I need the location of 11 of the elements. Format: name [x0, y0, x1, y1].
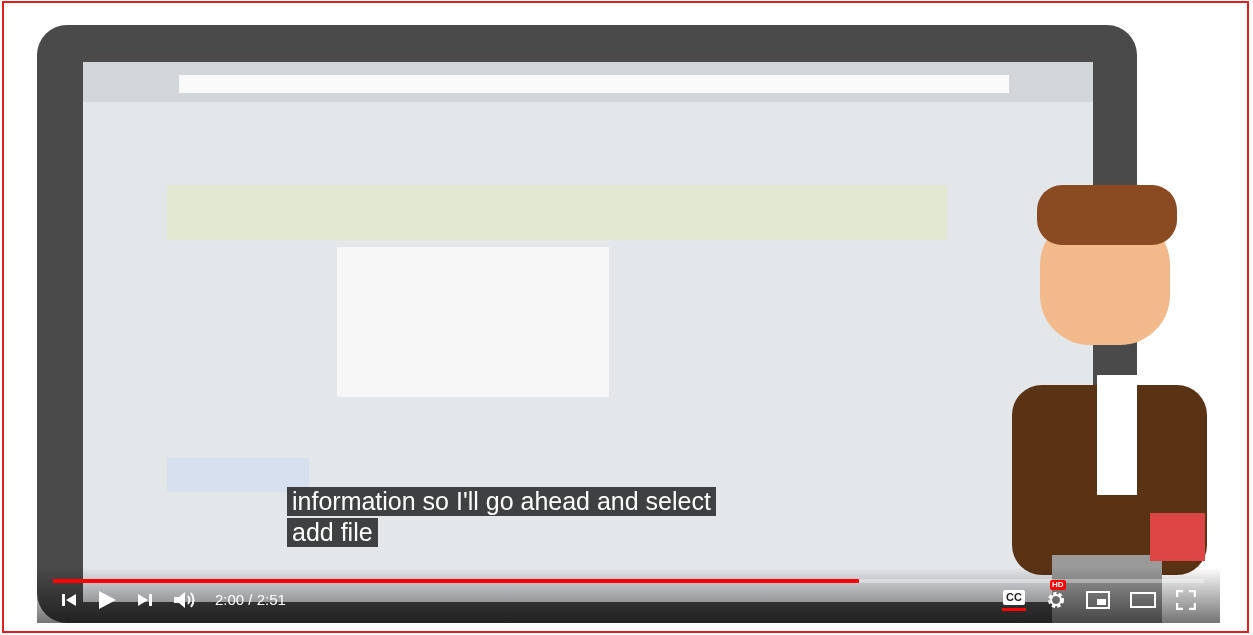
captions-button[interactable]: CC: [992, 583, 1036, 617]
next-icon: [137, 592, 153, 608]
miniplayer-icon: [1086, 591, 1110, 609]
speaker-icon: [173, 590, 197, 610]
settings-button[interactable]: HD: [1036, 583, 1076, 617]
settings-icon: [1046, 590, 1066, 610]
fullscreen-icon: [1176, 590, 1196, 610]
previous-icon: [61, 592, 77, 608]
theater-icon: [1130, 591, 1156, 609]
hd-badge: HD: [1050, 580, 1066, 590]
play-icon: [97, 590, 117, 610]
